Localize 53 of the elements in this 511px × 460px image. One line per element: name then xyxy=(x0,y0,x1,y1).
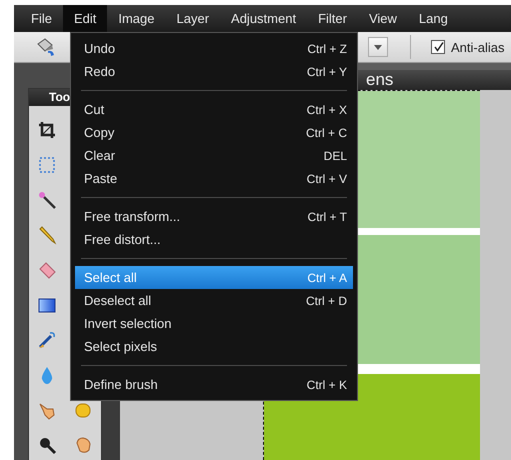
menu-label: Select all xyxy=(84,270,137,285)
menu-label: Define brush xyxy=(84,377,158,392)
menu-item[interactable]: Layer xyxy=(166,5,220,32)
shortcut-text: Ctrl + Y xyxy=(306,64,347,78)
shortcut-text: Ctrl + X xyxy=(306,102,347,116)
menu-entry[interactable]: Invert selection xyxy=(75,312,353,335)
menu-item[interactable]: Lang xyxy=(408,5,459,32)
menu-label: Paste xyxy=(84,171,118,186)
menu-entry[interactable]: Clear DEL xyxy=(75,144,353,167)
menu-item[interactable]: Filter xyxy=(307,5,358,32)
shortcut-text: Ctrl + T xyxy=(308,210,347,224)
menu-entry[interactable]: Define brush Ctrl + K xyxy=(75,373,353,396)
magic-wand-icon[interactable] xyxy=(37,190,57,210)
menu-entry[interactable]: Redo Ctrl + Y xyxy=(75,60,353,83)
document-title: ens xyxy=(366,70,394,90)
menu-item[interactable]: File xyxy=(20,5,63,32)
menu-entry[interactable]: Deselect all Ctrl + D xyxy=(75,289,353,312)
crop-icon[interactable] xyxy=(37,120,57,140)
marquee-icon[interactable] xyxy=(37,154,57,174)
menu-item[interactable]: Adjustment xyxy=(220,5,308,32)
shortcut-text: Ctrl + Z xyxy=(307,42,347,56)
shortcut-text: Ctrl + K xyxy=(306,378,347,392)
shortcut-text: DEL xyxy=(324,148,347,162)
menu-entry[interactable]: Select all Ctrl + A xyxy=(75,266,353,289)
anti-alias-label: Anti-alias xyxy=(451,40,504,54)
shortcut-text: Ctrl + C xyxy=(306,126,347,140)
menu-label: Free distort... xyxy=(84,232,161,247)
menu-label: Undo xyxy=(84,41,116,56)
brush-icon[interactable] xyxy=(37,330,57,350)
menu-entry[interactable]: Undo Ctrl + Z xyxy=(75,37,353,60)
menu-label: Clear xyxy=(84,148,116,163)
dropdown-button[interactable] xyxy=(368,37,388,57)
anti-alias-checkbox[interactable] xyxy=(431,40,445,54)
menu-label: Free transform... xyxy=(84,209,180,224)
menu-label: Redo xyxy=(84,64,116,79)
shortcut-text: Ctrl + V xyxy=(306,172,347,186)
menu-entry[interactable]: Paste Ctrl + V xyxy=(75,167,353,190)
menu-entry[interactable]: Free transform... Ctrl + T xyxy=(75,205,353,228)
menu-item[interactable]: View xyxy=(358,5,408,32)
menu-label: Deselect all xyxy=(84,293,152,308)
shortcut-text: Ctrl + A xyxy=(307,270,347,284)
menu-label: Select pixels xyxy=(84,339,157,354)
menu-item[interactable]: Edit xyxy=(62,5,108,32)
menu-label: Copy xyxy=(84,125,114,140)
menu-entry[interactable]: Free distort... xyxy=(75,228,353,251)
pencil-icon[interactable] xyxy=(37,224,57,244)
menu-entry[interactable]: Select pixels xyxy=(75,335,353,358)
menu-item[interactable]: Image xyxy=(107,5,166,32)
caret-icon xyxy=(374,44,382,50)
shortcut-text: Ctrl + D xyxy=(306,294,347,308)
menu-label: Invert selection xyxy=(84,316,172,331)
menu-entry[interactable]: Copy Ctrl + C xyxy=(75,121,353,144)
eraser-icon[interactable] xyxy=(37,260,57,280)
